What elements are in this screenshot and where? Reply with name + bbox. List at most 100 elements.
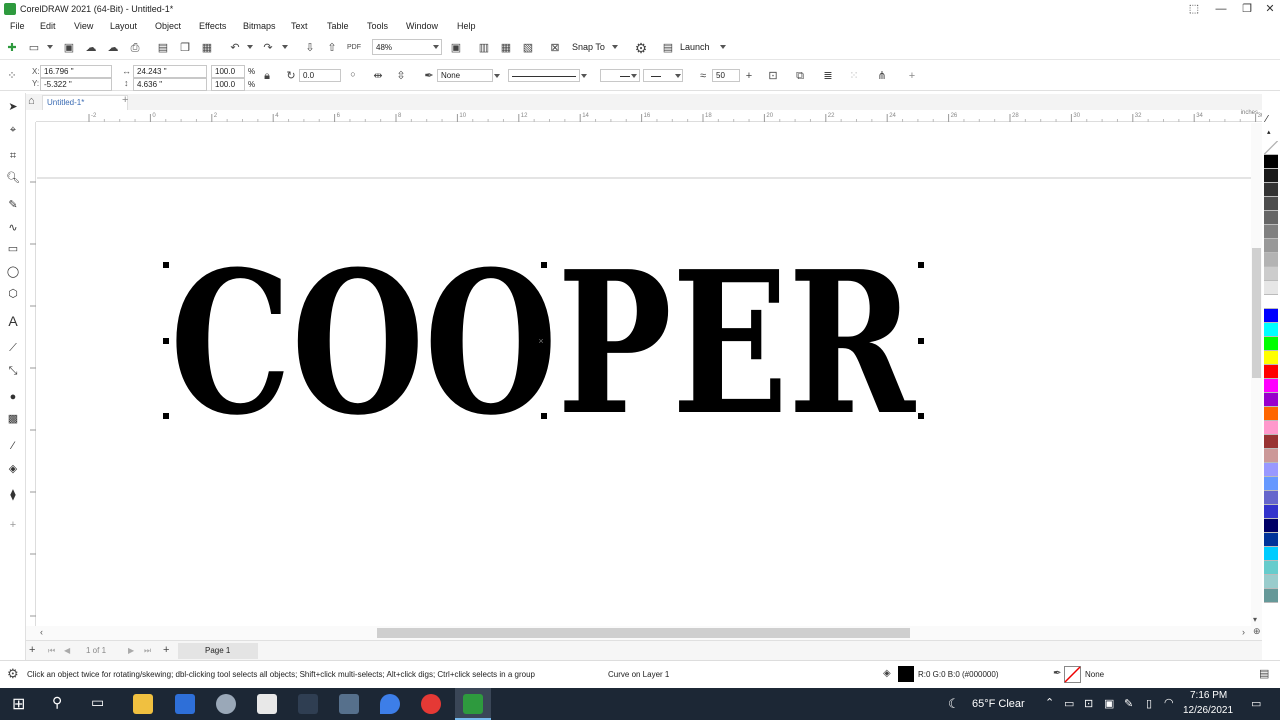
launch-app-icon[interactable]: ▤ bbox=[660, 40, 676, 56]
close-button[interactable]: ✕ bbox=[1261, 2, 1279, 16]
outline-none-swatch[interactable] bbox=[1064, 666, 1081, 683]
end-arrow-dropdown-icon[interactable] bbox=[675, 74, 681, 78]
y-position-field[interactable]: -5.322 " bbox=[40, 78, 112, 91]
taskbar-app-2-icon[interactable] bbox=[175, 694, 195, 714]
weather-text[interactable]: 65°F Clear bbox=[972, 698, 1025, 710]
palette-swatch[interactable] bbox=[1264, 435, 1278, 449]
vertical-scroll-thumb[interactable] bbox=[1252, 248, 1261, 378]
palette-swatch[interactable] bbox=[1264, 351, 1278, 365]
pick-tool-icon[interactable]: ➤ bbox=[5, 99, 21, 115]
start-arrow-dropdown-icon[interactable] bbox=[631, 74, 637, 78]
palette-swatch[interactable] bbox=[1264, 533, 1278, 547]
clock-time[interactable]: 7:16 PM bbox=[1190, 690, 1227, 701]
handle-middle-left[interactable] bbox=[163, 338, 169, 344]
combine-icon[interactable]: ⁙ bbox=[846, 68, 862, 84]
save-icon[interactable]: ▣ bbox=[61, 40, 77, 56]
notifications-icon[interactable]: ▭ bbox=[1251, 697, 1261, 710]
handle-bottom-left[interactable] bbox=[163, 413, 169, 419]
paste-icon[interactable]: ▦ bbox=[199, 40, 215, 56]
crop-tool-icon[interactable]: ⌗ bbox=[5, 148, 21, 164]
object-origin-icon[interactable]: ⁘ bbox=[4, 68, 20, 84]
import-icon[interactable]: ⇩ bbox=[302, 40, 318, 56]
add-page-before-icon[interactable]: + bbox=[29, 644, 35, 656]
connector-tool-icon[interactable]: ⤡ bbox=[5, 363, 21, 379]
menu-layout[interactable]: Layout bbox=[110, 21, 137, 31]
undo-icon[interactable]: ↶ bbox=[227, 40, 243, 56]
file-explorer-icon[interactable] bbox=[133, 694, 153, 714]
show-grid-icon[interactable]: ▦ bbox=[498, 40, 514, 56]
last-page-icon[interactable]: ⏭ bbox=[144, 646, 151, 656]
polygon-tool-icon[interactable]: ⬡ bbox=[5, 286, 21, 302]
palette-swatch[interactable] bbox=[1264, 491, 1278, 505]
palette-scroll-up-icon[interactable]: ▴ bbox=[1267, 128, 1271, 136]
horizontal-ruler[interactable]: -2024681012141618202224262830323436 inch… bbox=[36, 110, 1272, 122]
menu-file[interactable]: File bbox=[10, 21, 25, 31]
transparency-tool-icon[interactable]: ▩ bbox=[5, 411, 21, 427]
handle-top-middle[interactable] bbox=[541, 262, 547, 268]
handle-bottom-right[interactable] bbox=[918, 413, 924, 419]
next-page-icon[interactable]: ▶ bbox=[128, 646, 134, 655]
snap-dropdown-icon[interactable] bbox=[612, 45, 618, 49]
palette-swatch[interactable] bbox=[1264, 183, 1278, 197]
windows-start-icon[interactable]: ⊞ bbox=[12, 694, 25, 714]
restore-layout-icon[interactable]: ⬚ bbox=[1185, 2, 1203, 16]
palette-swatch[interactable] bbox=[1264, 463, 1278, 477]
add-tool-icon[interactable]: + bbox=[5, 517, 21, 533]
palette-swatch[interactable] bbox=[1264, 295, 1278, 309]
palette-swatch[interactable] bbox=[1264, 379, 1278, 393]
tray-camera-icon[interactable]: ⊡ bbox=[1084, 697, 1093, 710]
palette-swatch[interactable] bbox=[1264, 267, 1278, 281]
align-distribute-icon[interactable]: ≣ bbox=[820, 68, 836, 84]
print-icon[interactable]: ⎙ bbox=[127, 40, 143, 56]
coreldraw-taskbar-button[interactable] bbox=[455, 688, 491, 720]
palette-swatch[interactable] bbox=[1264, 561, 1278, 575]
handle-middle-right[interactable] bbox=[918, 338, 924, 344]
page-1-tab[interactable]: Page 1 bbox=[178, 643, 258, 659]
scale-x-field[interactable]: 100.0 bbox=[211, 65, 245, 78]
menu-text[interactable]: Text bbox=[291, 21, 308, 31]
shape-tool-icon[interactable]: ⌖ bbox=[5, 122, 21, 138]
outline-width-dropdown-icon[interactable] bbox=[494, 74, 500, 78]
menu-tools[interactable]: Tools bbox=[367, 21, 388, 31]
palette-swatch[interactable] bbox=[1264, 393, 1278, 407]
vertical-ruler[interactable] bbox=[26, 122, 36, 642]
chrome-icon[interactable] bbox=[421, 694, 441, 714]
tray-monitor-icon[interactable]: ▣ bbox=[1104, 697, 1114, 710]
eyedropper-tool-icon[interactable]: ⁄ bbox=[5, 438, 21, 454]
zoom-navigator-icon[interactable]: ⊕ bbox=[1253, 626, 1261, 637]
previous-page-icon[interactable]: ◀ bbox=[64, 646, 70, 655]
redo-dropdown-icon[interactable] bbox=[282, 45, 288, 49]
menu-table[interactable]: Table bbox=[327, 21, 349, 31]
palette-swatch[interactable] bbox=[1264, 239, 1278, 253]
snap-to-label[interactable]: Snap To bbox=[572, 42, 605, 52]
scale-y-field[interactable]: 100.0 bbox=[211, 78, 245, 91]
miter-increase-icon[interactable]: + bbox=[741, 68, 757, 84]
palette-swatch[interactable] bbox=[1264, 169, 1278, 183]
line-style-field[interactable] bbox=[508, 69, 580, 82]
menu-effects[interactable]: Effects bbox=[199, 21, 226, 31]
scroll-right-icon[interactable]: › bbox=[1242, 627, 1245, 637]
maximize-button[interactable]: ❐ bbox=[1238, 2, 1256, 16]
taskbar-app-7-icon[interactable] bbox=[380, 694, 400, 714]
palette-swatch[interactable] bbox=[1264, 589, 1278, 603]
drawing-canvas[interactable]: COOPER × bbox=[37, 123, 1251, 626]
taskbar-app-3-icon[interactable] bbox=[216, 694, 236, 714]
full-screen-preview-icon[interactable]: ▣ bbox=[448, 40, 464, 56]
snap-icon[interactable]: ⊠ bbox=[547, 40, 563, 56]
wrap-text-icon[interactable]: ⊡ bbox=[765, 68, 781, 84]
show-rulers-icon[interactable]: ▥ bbox=[476, 40, 492, 56]
copy-icon[interactable]: ❐ bbox=[177, 40, 193, 56]
palette-swatch[interactable] bbox=[1264, 477, 1278, 491]
rectangle-tool-icon[interactable]: ▭ bbox=[5, 241, 21, 257]
mirror-vertical-icon[interactable]: ⇳ bbox=[393, 68, 409, 84]
horizontal-scrollbar[interactable]: ‹ › ⊕ bbox=[26, 626, 1262, 640]
palette-swatch[interactable] bbox=[1264, 225, 1278, 239]
outline-pen-icon[interactable]: ✒ bbox=[421, 68, 437, 84]
height-field[interactable]: 4.636 " bbox=[133, 78, 207, 91]
tray-app-icon[interactable]: ▭ bbox=[1064, 697, 1074, 710]
new-tab-icon[interactable]: + bbox=[122, 94, 128, 106]
lock-ratio-icon[interactable]: 🔒︎ bbox=[259, 68, 275, 84]
menu-edit[interactable]: Edit bbox=[40, 21, 56, 31]
rotation-field[interactable]: 0.0 bbox=[299, 69, 341, 82]
cloud-sync-icon[interactable]: ☁ bbox=[83, 40, 99, 56]
